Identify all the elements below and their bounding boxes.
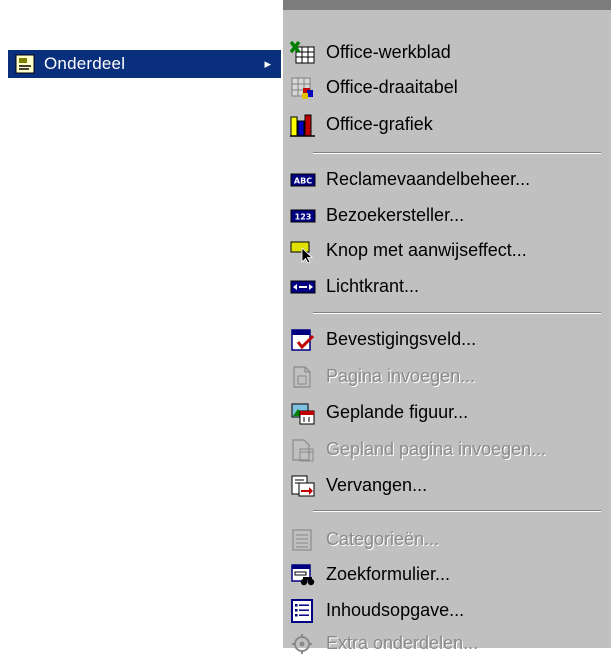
menu-item-onderdeel[interactable]: Onderdeel ▸	[8, 50, 281, 78]
menu-item-lichtkrant[interactable]: Lichtkrant...	[283, 272, 603, 302]
menu-item-label: Lichtkrant...	[326, 276, 420, 296]
hover-button-icon	[289, 239, 317, 263]
submenu-arrow-icon: ▸	[264, 56, 271, 71]
menu-item-label: Zoekformulier...	[326, 564, 451, 584]
menu-item-zoekformulier[interactable]: Zoekformulier...	[283, 560, 603, 590]
pivot-table-icon	[289, 76, 317, 100]
categories-icon	[289, 528, 317, 552]
table-of-contents-icon	[289, 599, 317, 623]
menu-item-categorieen[interactable]: Categorieën...	[283, 525, 603, 555]
scheduled-picture-icon	[289, 401, 317, 425]
menu-item-geplande-figuur[interactable]: Geplande figuur...	[283, 398, 603, 428]
svg-text:123: 123	[295, 213, 312, 222]
menu-item-extra-onderdelen[interactable]: Extra onderdelen...	[283, 629, 603, 659]
menu-item-office-draaitabel[interactable]: Office-draaitabel	[283, 73, 603, 103]
menu-item-label: Bevestigingsveld...	[326, 329, 477, 349]
spreadsheet-icon	[289, 41, 317, 65]
menu-item-label: Vervangen...	[326, 475, 428, 495]
menu-item-label: Gepland pagina invoegen...	[326, 439, 547, 459]
include-page-icon	[289, 365, 317, 389]
menu-item-label: Categorieën...	[326, 529, 440, 549]
menu-item-vervangen[interactable]: Vervangen...	[283, 471, 603, 501]
menu-separator	[313, 510, 601, 512]
scheduled-include-icon	[289, 438, 317, 462]
search-form-icon	[289, 563, 317, 587]
component-icon	[14, 53, 36, 75]
additional-components-icon	[289, 632, 317, 656]
menu-item-label: Office-grafiek	[326, 114, 433, 134]
marquee-icon	[289, 275, 317, 299]
menu-item-label: Geplande figuur...	[326, 402, 469, 422]
menu-separator	[313, 312, 601, 314]
menu-item-bevestigingsveld[interactable]: Bevestigingsveld...	[283, 325, 603, 355]
menu-item-label: Office-werkblad	[326, 42, 451, 62]
svg-text:ABC: ABC	[294, 177, 312, 186]
component-submenu: Office-werkblad Office-draaitabel Office…	[283, 0, 611, 654]
menu-item-bezoekersteller[interactable]: 123 Bezoekersteller...	[283, 201, 603, 231]
menu-item-office-grafiek[interactable]: Office-grafiek	[283, 110, 603, 140]
menu-item-label: Reclamevaandelbeheer...	[326, 169, 531, 189]
menu-item-label: Office-draaitabel	[326, 77, 458, 97]
menu-item-reclamevaandelbeheer[interactable]: ABC Reclamevaandelbeheer...	[283, 165, 603, 195]
menu-item-label: Extra onderdelen...	[326, 633, 479, 653]
menu-item-label: Inhoudsopgave...	[326, 600, 465, 620]
menu-item-label: Onderdeel	[44, 54, 126, 73]
chart-icon	[289, 113, 317, 137]
menu-item-label: Pagina invoegen...	[326, 366, 476, 386]
menu-separator	[313, 152, 601, 154]
menu-item-label: Bezoekersteller...	[326, 205, 465, 225]
banner-ad-icon: ABC	[289, 168, 317, 192]
confirmation-field-icon	[289, 328, 317, 352]
menu-item-pagina-invoegen[interactable]: Pagina invoegen...	[283, 362, 603, 392]
menu-item-label: Knop met aanwijseffect...	[326, 240, 527, 260]
menu-item-gepland-pagina-invoegen[interactable]: Gepland pagina invoegen...	[283, 435, 603, 465]
menu-item-knop-met-aanwijseffect[interactable]: Knop met aanwijseffect...	[283, 236, 603, 266]
substitution-icon	[289, 474, 317, 498]
hit-counter-icon: 123	[289, 204, 317, 228]
menu-item-office-werkblad[interactable]: Office-werkblad	[283, 38, 603, 68]
menu-item-inhoudsopgave[interactable]: Inhoudsopgave...	[283, 596, 603, 626]
